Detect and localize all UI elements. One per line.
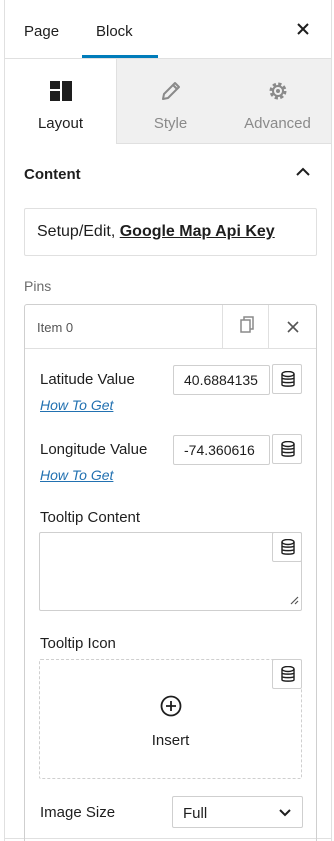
tooltip-content-textarea[interactable]: [39, 532, 302, 611]
tab-style-label: Style: [153, 115, 188, 132]
latitude-label: Latitude Value: [40, 371, 135, 388]
chevron-down-icon: [279, 809, 291, 817]
panel-right-border: [331, 0, 332, 841]
sidebar-header: Page Block: [5, 0, 331, 59]
image-size-select[interactable]: Full: [172, 796, 303, 828]
longitude-label: Longitude Value: [40, 441, 148, 458]
tab-layout[interactable]: Layout: [5, 59, 117, 144]
content-section-title[interactable]: Content: [24, 166, 81, 183]
tooltip-icon-insert-area[interactable]: Insert: [39, 659, 302, 779]
tooltip-icon-label: Tooltip Icon: [40, 635, 116, 652]
remove-item-icon[interactable]: [268, 305, 316, 349]
tab-layout-label: Layout: [37, 115, 84, 132]
chevron-up-icon[interactable]: [294, 165, 312, 179]
latitude-dynamic-button[interactable]: [272, 364, 302, 394]
pin-item-header[interactable]: Item 0: [25, 305, 316, 349]
resize-handle-icon[interactable]: [289, 592, 299, 608]
duplicate-icon[interactable]: [222, 305, 268, 349]
image-size-value: Full: [183, 805, 208, 822]
tooltip-content-dynamic-button[interactable]: [272, 532, 302, 562]
insert-label: Insert: [151, 732, 190, 749]
tab-block[interactable]: Block: [96, 0, 133, 58]
pin-item: Item 0 Latitude Value How To Get Longi: [24, 304, 317, 841]
image-size-label: Image Size: [40, 804, 116, 821]
layout-icon: [49, 79, 73, 106]
database-icon: [281, 441, 295, 457]
google-map-api-key-link[interactable]: Google Map Api Key: [120, 223, 275, 240]
block-tabs: Layout Style Advanced: [5, 59, 331, 144]
api-key-notice: Setup/Edit, Google Map Api Key: [24, 208, 317, 256]
tab-advanced-label: Advanced: [244, 115, 311, 132]
tooltip-icon-dynamic-button[interactable]: [272, 659, 302, 689]
database-icon: [281, 371, 295, 387]
api-key-notice-text: Setup/Edit,: [37, 223, 120, 240]
pencil-icon: [159, 79, 183, 106]
pins-label: Pins: [24, 278, 52, 294]
close-icon[interactable]: [292, 18, 314, 40]
longitude-dynamic-button[interactable]: [272, 434, 302, 464]
plus-circle-icon: [160, 695, 182, 717]
block-settings-panel: Page Block Layout Style Advanced Content…: [0, 0, 334, 841]
tab-page[interactable]: Page: [24, 0, 59, 58]
database-icon: [281, 666, 295, 682]
tab-style[interactable]: Style: [117, 59, 224, 143]
active-tab-indicator: [82, 55, 158, 58]
database-icon: [281, 539, 295, 555]
latitude-how-to-get-link[interactable]: How To Get: [40, 397, 113, 413]
latitude-input[interactable]: [173, 365, 270, 395]
tooltip-content-label: Tooltip Content: [40, 509, 141, 526]
longitude-how-to-get-link[interactable]: How To Get: [40, 467, 113, 483]
pin-item-title: Item 0: [37, 320, 74, 335]
tab-advanced[interactable]: Advanced: [224, 59, 331, 143]
longitude-input[interactable]: [173, 435, 270, 465]
gear-icon: [266, 79, 290, 106]
